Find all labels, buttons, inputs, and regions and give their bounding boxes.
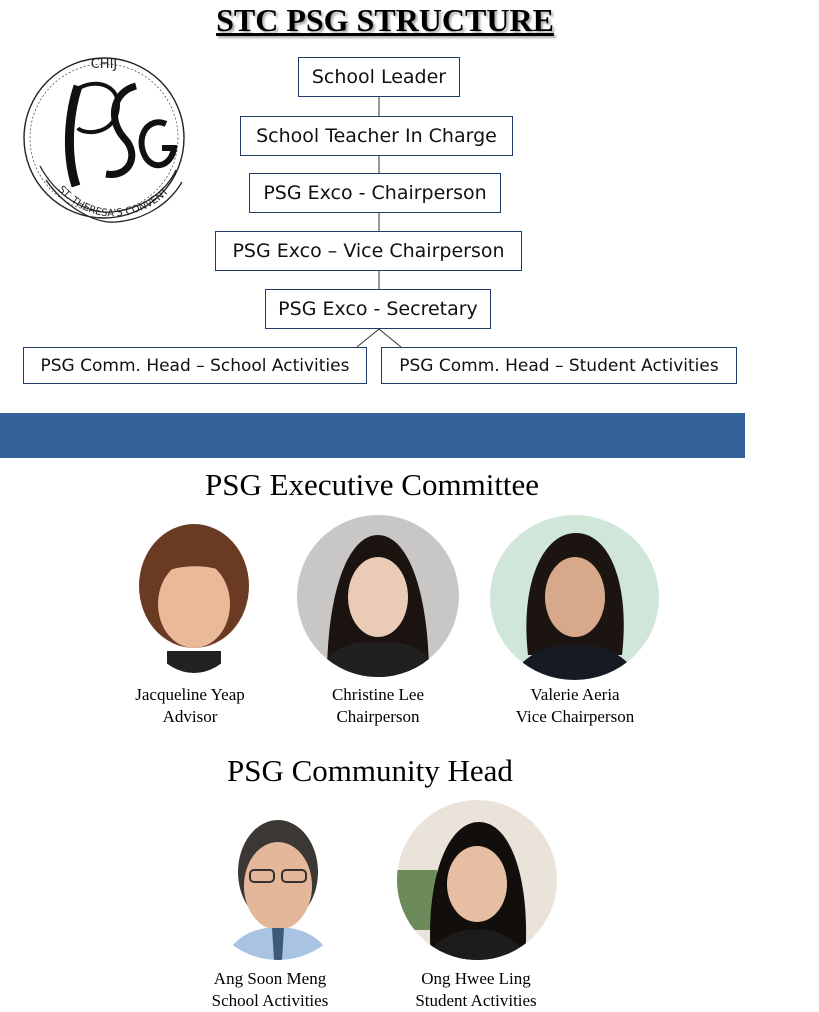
svg-text:CHIJ: CHIJ (91, 57, 118, 72)
avatar-ong-hwee-ling (397, 800, 557, 960)
member-name: Jacqueline Yeap (135, 685, 245, 704)
caption-christine-lee: Christine Lee Chairperson (298, 684, 458, 728)
member-name: Christine Lee (331, 685, 425, 704)
psg-logo: CHIJ ST. THERESA'S CONVENT (16, 46, 198, 232)
org-node-school-leader: School Leader (298, 57, 460, 97)
caption-jacqueline-yeap: Jacqueline Yeap Advisor (110, 684, 270, 728)
section-divider-band (0, 413, 745, 458)
member-role: Vice Chairperson (515, 707, 635, 726)
member-name: Ang Soon Meng (213, 969, 327, 988)
page-title: STC PSG STRUCTURE (216, 2, 554, 38)
caption-ang-soon-meng: Ang Soon Meng School Activities (190, 968, 350, 1012)
org-node-school-activities: PSG Comm. Head – School Activities (23, 347, 367, 384)
org-node-student-activities: PSG Comm. Head – Student Activities (381, 347, 737, 384)
avatar-christine-lee (297, 515, 459, 677)
avatar-jacqueline-yeap (137, 516, 251, 673)
org-node-secretary: PSG Exco - Secretary (265, 289, 491, 329)
community-head-heading: PSG Community Head (227, 753, 513, 788)
avatar-valerie-aeria (490, 515, 659, 680)
member-role: Chairperson (336, 707, 420, 726)
org-node-teacher-in-charge: School Teacher In Charge (240, 116, 513, 156)
org-node-chairperson: PSG Exco - Chairperson (249, 173, 501, 213)
member-name: Valerie Aeria (530, 685, 620, 704)
member-role: Advisor (162, 707, 218, 726)
member-name: Ong Hwee Ling (421, 969, 531, 988)
caption-ong-hwee-ling: Ong Hwee Ling Student Activities (396, 968, 556, 1012)
caption-valerie-aeria: Valerie Aeria Vice Chairperson (480, 684, 670, 728)
org-node-vice-chairperson: PSG Exco – Vice Chairperson (215, 231, 522, 271)
svg-text:ST. THERESA'S CONVENT: ST. THERESA'S CONVENT (56, 184, 172, 219)
avatar-ang-soon-meng (200, 800, 356, 960)
executive-committee-heading: PSG Executive Committee (205, 467, 540, 502)
